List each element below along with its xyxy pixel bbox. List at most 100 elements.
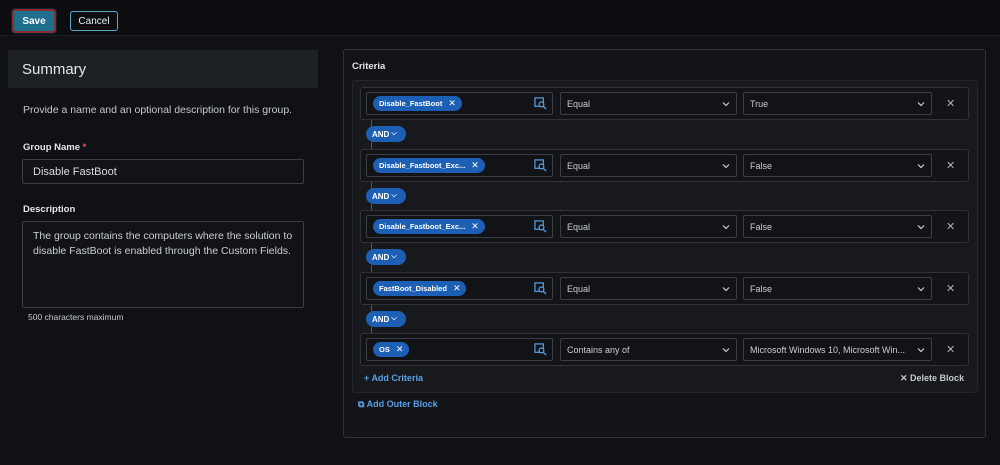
- chevron-down-icon: [722, 102, 730, 107]
- remove-row-icon[interactable]: ✕: [946, 220, 955, 233]
- operator-select[interactable]: Equal: [560, 215, 737, 238]
- field-chip: Disable_FastBoot ✕: [373, 96, 462, 111]
- connector-line: [371, 142, 372, 149]
- operator-select[interactable]: Equal: [560, 154, 737, 177]
- operator-select[interactable]: Equal: [560, 92, 737, 115]
- chevron-down-icon: [917, 164, 925, 169]
- max-chars-hint: 500 characters maximum: [28, 312, 124, 322]
- required-mark: *: [82, 142, 87, 153]
- close-icon[interactable]: ✕: [448, 98, 456, 109]
- operator-select[interactable]: Contains any of: [560, 338, 737, 361]
- criteria-row: Disable_Fastboot_Exc... ✕ Equal False ✕: [360, 149, 969, 182]
- summary-description: Provide a name and an optional descripti…: [23, 104, 293, 116]
- value-select[interactable]: Microsoft Windows 10, Microsoft Win...: [743, 338, 932, 361]
- and-label: AND: [372, 252, 390, 262]
- field-chip: FastBoot_Disabled ✕: [373, 281, 467, 296]
- field-picker[interactable]: Disable_Fastboot_Exc... ✕: [366, 215, 553, 238]
- value-text: Microsoft Windows 10, Microsoft Win...: [750, 345, 906, 355]
- field-chip: Disable_Fastboot_Exc... ✕: [373, 219, 485, 234]
- and-label: AND: [372, 129, 390, 139]
- chevron-down-icon: [917, 102, 925, 107]
- field-chip-label: Disable_Fastboot_Exc...: [379, 222, 466, 231]
- chevron-down-icon: [722, 225, 730, 230]
- and-toggle[interactable]: AND ⌵: [366, 126, 406, 142]
- chevron-down-icon: ⌵: [391, 192, 397, 199]
- close-icon[interactable]: ✕: [471, 221, 479, 232]
- field-search-icon[interactable]: [534, 282, 547, 295]
- add-outer-block-button[interactable]: ⧉ Add Outer Block: [358, 399, 438, 410]
- value-text: False: [750, 284, 773, 294]
- add-outer-block-label: Add Outer Block: [366, 399, 438, 409]
- remove-row-icon[interactable]: ✕: [946, 159, 955, 172]
- group-name-label-text: Group Name: [23, 142, 81, 153]
- save-button[interactable]: Save: [11, 8, 57, 34]
- cancel-button[interactable]: Cancel: [70, 11, 118, 31]
- description-textarea[interactable]: The group contains the computers where t…: [22, 221, 304, 308]
- delete-block-label: Delete Block: [910, 373, 965, 383]
- field-search-icon[interactable]: [534, 343, 547, 356]
- operator-value: Equal: [567, 161, 591, 171]
- add-criteria-label: Add Criteria: [371, 373, 423, 383]
- chevron-down-icon: ⌵: [391, 315, 397, 322]
- chevron-down-icon: [917, 225, 925, 230]
- group-name-input[interactable]: Disable FastBoot: [22, 159, 304, 184]
- field-picker[interactable]: Disable_FastBoot ✕: [366, 92, 553, 115]
- operator-value: Contains any of: [567, 345, 630, 355]
- field-picker[interactable]: OS ✕: [366, 338, 553, 361]
- operator-value: Equal: [567, 222, 591, 232]
- connector-line: [371, 265, 372, 272]
- value-text: True: [750, 99, 769, 109]
- chevron-down-icon: [722, 348, 730, 353]
- and-toggle[interactable]: AND ⌵: [366, 249, 406, 265]
- operator-value: Equal: [567, 284, 591, 294]
- and-label: AND: [372, 191, 390, 201]
- value-select[interactable]: False: [743, 215, 932, 238]
- remove-row-icon[interactable]: ✕: [946, 97, 955, 110]
- top-toolbar: Save Cancel: [0, 0, 1000, 36]
- chevron-down-icon: [917, 348, 925, 353]
- group-name-label: Group Name *: [23, 142, 86, 153]
- criteria-row: Disable_FastBoot ✕ Equal True ✕: [360, 87, 969, 120]
- criteria-row: FastBoot_Disabled ✕ Equal False ✕: [360, 272, 969, 305]
- criteria-row: OS ✕ Contains any of Microsoft Windows 10…: [360, 333, 969, 366]
- field-chip: OS ✕: [373, 342, 410, 357]
- close-icon[interactable]: ✕: [471, 160, 479, 171]
- field-picker[interactable]: FastBoot_Disabled ✕: [366, 277, 553, 300]
- value-text: False: [750, 161, 773, 171]
- chevron-down-icon: [722, 287, 730, 292]
- chevron-down-icon: [722, 164, 730, 169]
- field-search-icon[interactable]: [534, 97, 547, 110]
- add-criteria-button[interactable]: + Add Criteria: [364, 373, 423, 383]
- close-icon[interactable]: ✕: [453, 283, 461, 294]
- value-select[interactable]: False: [743, 277, 932, 300]
- close-icon: ✕: [900, 373, 911, 383]
- criteria-row: Disable_Fastboot_Exc... ✕ Equal False ✕: [360, 210, 969, 243]
- field-search-icon[interactable]: [534, 159, 547, 172]
- remove-row-icon[interactable]: ✕: [946, 343, 955, 356]
- operator-value: Equal: [567, 99, 591, 109]
- chevron-down-icon: [917, 287, 925, 292]
- value-text: False: [750, 222, 773, 232]
- criteria-title: Criteria: [352, 61, 386, 72]
- field-picker[interactable]: Disable_Fastboot_Exc... ✕: [366, 154, 553, 177]
- field-chip-label: Disable_FastBoot: [379, 99, 443, 108]
- field-chip-label: OS: [379, 345, 390, 354]
- close-icon[interactable]: ✕: [396, 344, 404, 355]
- field-chip: Disable_Fastboot_Exc... ✕: [373, 158, 485, 173]
- field-chip-label: Disable_Fastboot_Exc...: [379, 161, 466, 170]
- outer-block-icon: ⧉: [358, 399, 367, 409]
- description-label: Description: [23, 204, 76, 215]
- remove-row-icon[interactable]: ✕: [946, 282, 955, 295]
- summary-title: Summary: [8, 50, 318, 88]
- value-select[interactable]: False: [743, 154, 932, 177]
- value-select[interactable]: True: [743, 92, 932, 115]
- operator-select[interactable]: Equal: [560, 277, 737, 300]
- delete-block-button[interactable]: ✕ Delete Block: [900, 373, 964, 384]
- and-label: AND: [372, 314, 390, 324]
- field-search-icon[interactable]: [534, 220, 547, 233]
- and-toggle[interactable]: AND ⌵: [366, 311, 406, 327]
- field-chip-label: FastBoot_Disabled: [379, 284, 447, 293]
- and-toggle[interactable]: AND ⌵: [366, 188, 406, 204]
- chevron-down-icon: ⌵: [391, 253, 397, 260]
- chevron-down-icon: ⌵: [391, 130, 397, 137]
